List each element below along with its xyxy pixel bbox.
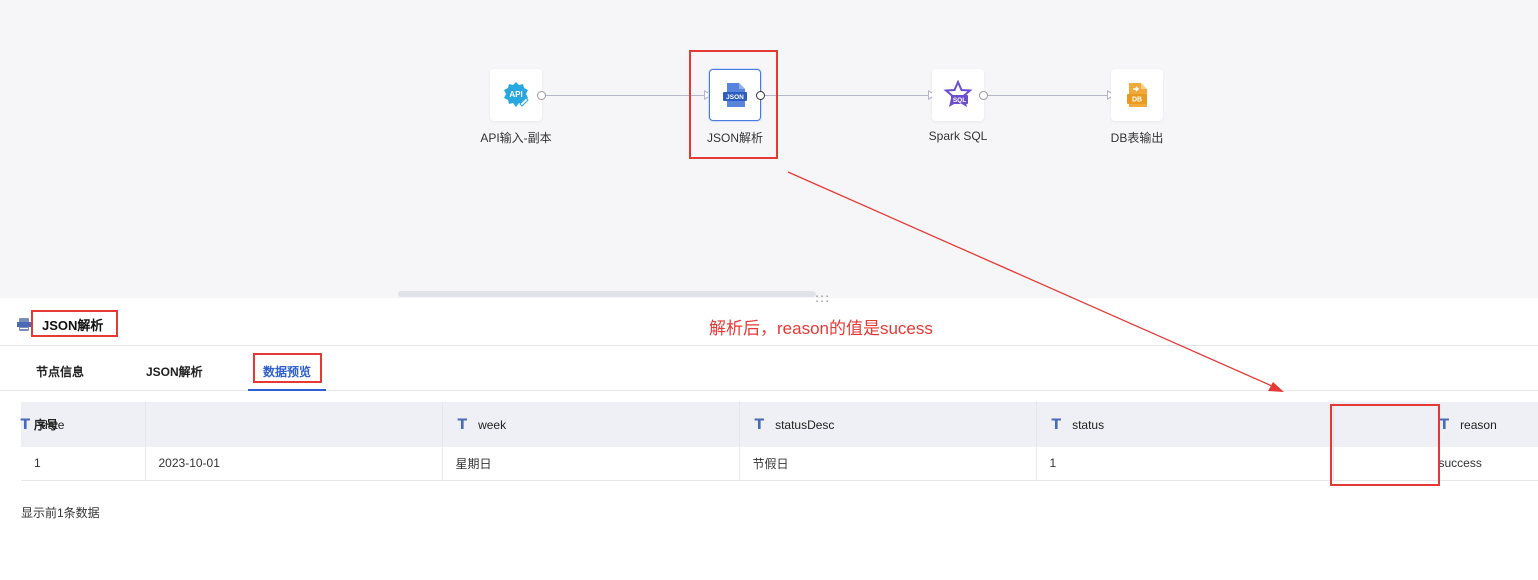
node-sql-label: Spark SQL <box>928 129 988 143</box>
node-db-label: DB表输出 <box>1110 131 1164 145</box>
canvas-scrollbar[interactable] <box>398 291 816 297</box>
column-header-date[interactable]: Tdate <box>21 402 443 447</box>
tab-json-parse[interactable]: JSON解析 <box>146 363 203 380</box>
text-type-icon: T <box>754 416 765 433</box>
node-sql-output-port[interactable] <box>979 91 988 100</box>
db-icon: DB <box>1127 83 1147 107</box>
preview-table: 序号 Tdate Tweek TstatusDesc Tstatus Treas… <box>21 402 1538 481</box>
connection-json-sql <box>765 95 929 96</box>
column-header-label: week <box>478 417 507 432</box>
column-header-label: statusDesc <box>775 417 835 432</box>
api-badge-text: API <box>509 90 522 99</box>
text-type-icon: T <box>1051 416 1062 433</box>
tab-data-preview[interactable]: 数据预览 <box>263 363 311 380</box>
node-json-label: JSON解析 <box>706 131 764 145</box>
active-tab-indicator <box>248 389 326 391</box>
table-cell: 节假日 <box>739 447 1037 481</box>
column-header-label: date <box>41 417 65 432</box>
api-icon: API <box>504 82 529 107</box>
node-api-label: API输入-副本 <box>480 131 552 145</box>
column-header-status[interactable]: Tstatus <box>1036 402 1334 447</box>
json-node-icon <box>17 318 31 331</box>
table-row: 1 2023-10-01 星期日 节假日 1 success <box>21 447 1538 481</box>
node-spark-sql[interactable]: SQL <box>932 69 984 121</box>
sql-badge-text: SQL <box>953 97 966 104</box>
table-cell: 1 <box>1036 447 1334 481</box>
node-api-output-port[interactable] <box>537 91 546 100</box>
node-json-parse[interactable]: JSON <box>709 69 761 121</box>
json-icon: JSON <box>723 83 747 107</box>
column-header-reason[interactable]: Treason <box>1333 402 1538 447</box>
node-api-input[interactable]: API <box>490 69 542 121</box>
connection-sql-db <box>988 95 1108 96</box>
table-cell: 1 <box>21 447 146 481</box>
text-type-icon: T <box>457 416 468 433</box>
table-header-row: 序号 Tdate Tweek TstatusDesc Tstatus Treas… <box>21 402 1538 447</box>
panel-title: JSON解析 <box>42 318 104 333</box>
table-cell: success <box>1333 447 1538 481</box>
node-json-output-port[interactable] <box>756 91 765 100</box>
json-badge-text: JSON <box>726 94 744 101</box>
db-badge-text: DB <box>1132 97 1142 104</box>
column-header-label: status <box>1072 417 1105 432</box>
column-header-week[interactable]: Tweek <box>442 402 740 447</box>
table-cell: 星期日 <box>442 447 740 481</box>
row-count-note: 显示前1条数据 <box>21 506 100 520</box>
sql-icon: SQL <box>943 80 973 108</box>
text-type-icon: T <box>20 416 31 433</box>
tab-node-info[interactable]: 节点信息 <box>36 363 84 380</box>
node-db-output[interactable]: DB <box>1111 69 1163 121</box>
text-type-icon: T <box>1439 416 1450 433</box>
tab-bar: 节点信息 JSON解析 数据预览 <box>0 347 1538 391</box>
column-header-label: reason <box>1460 417 1497 432</box>
connection-api-json <box>545 95 705 96</box>
annotation-text: 解析后，reason的值是sucess <box>709 319 933 338</box>
flow-canvas[interactable] <box>0 0 1538 298</box>
table-cell: 2023-10-01 <box>145 447 443 481</box>
column-header-status-desc[interactable]: TstatusDesc <box>739 402 1037 447</box>
